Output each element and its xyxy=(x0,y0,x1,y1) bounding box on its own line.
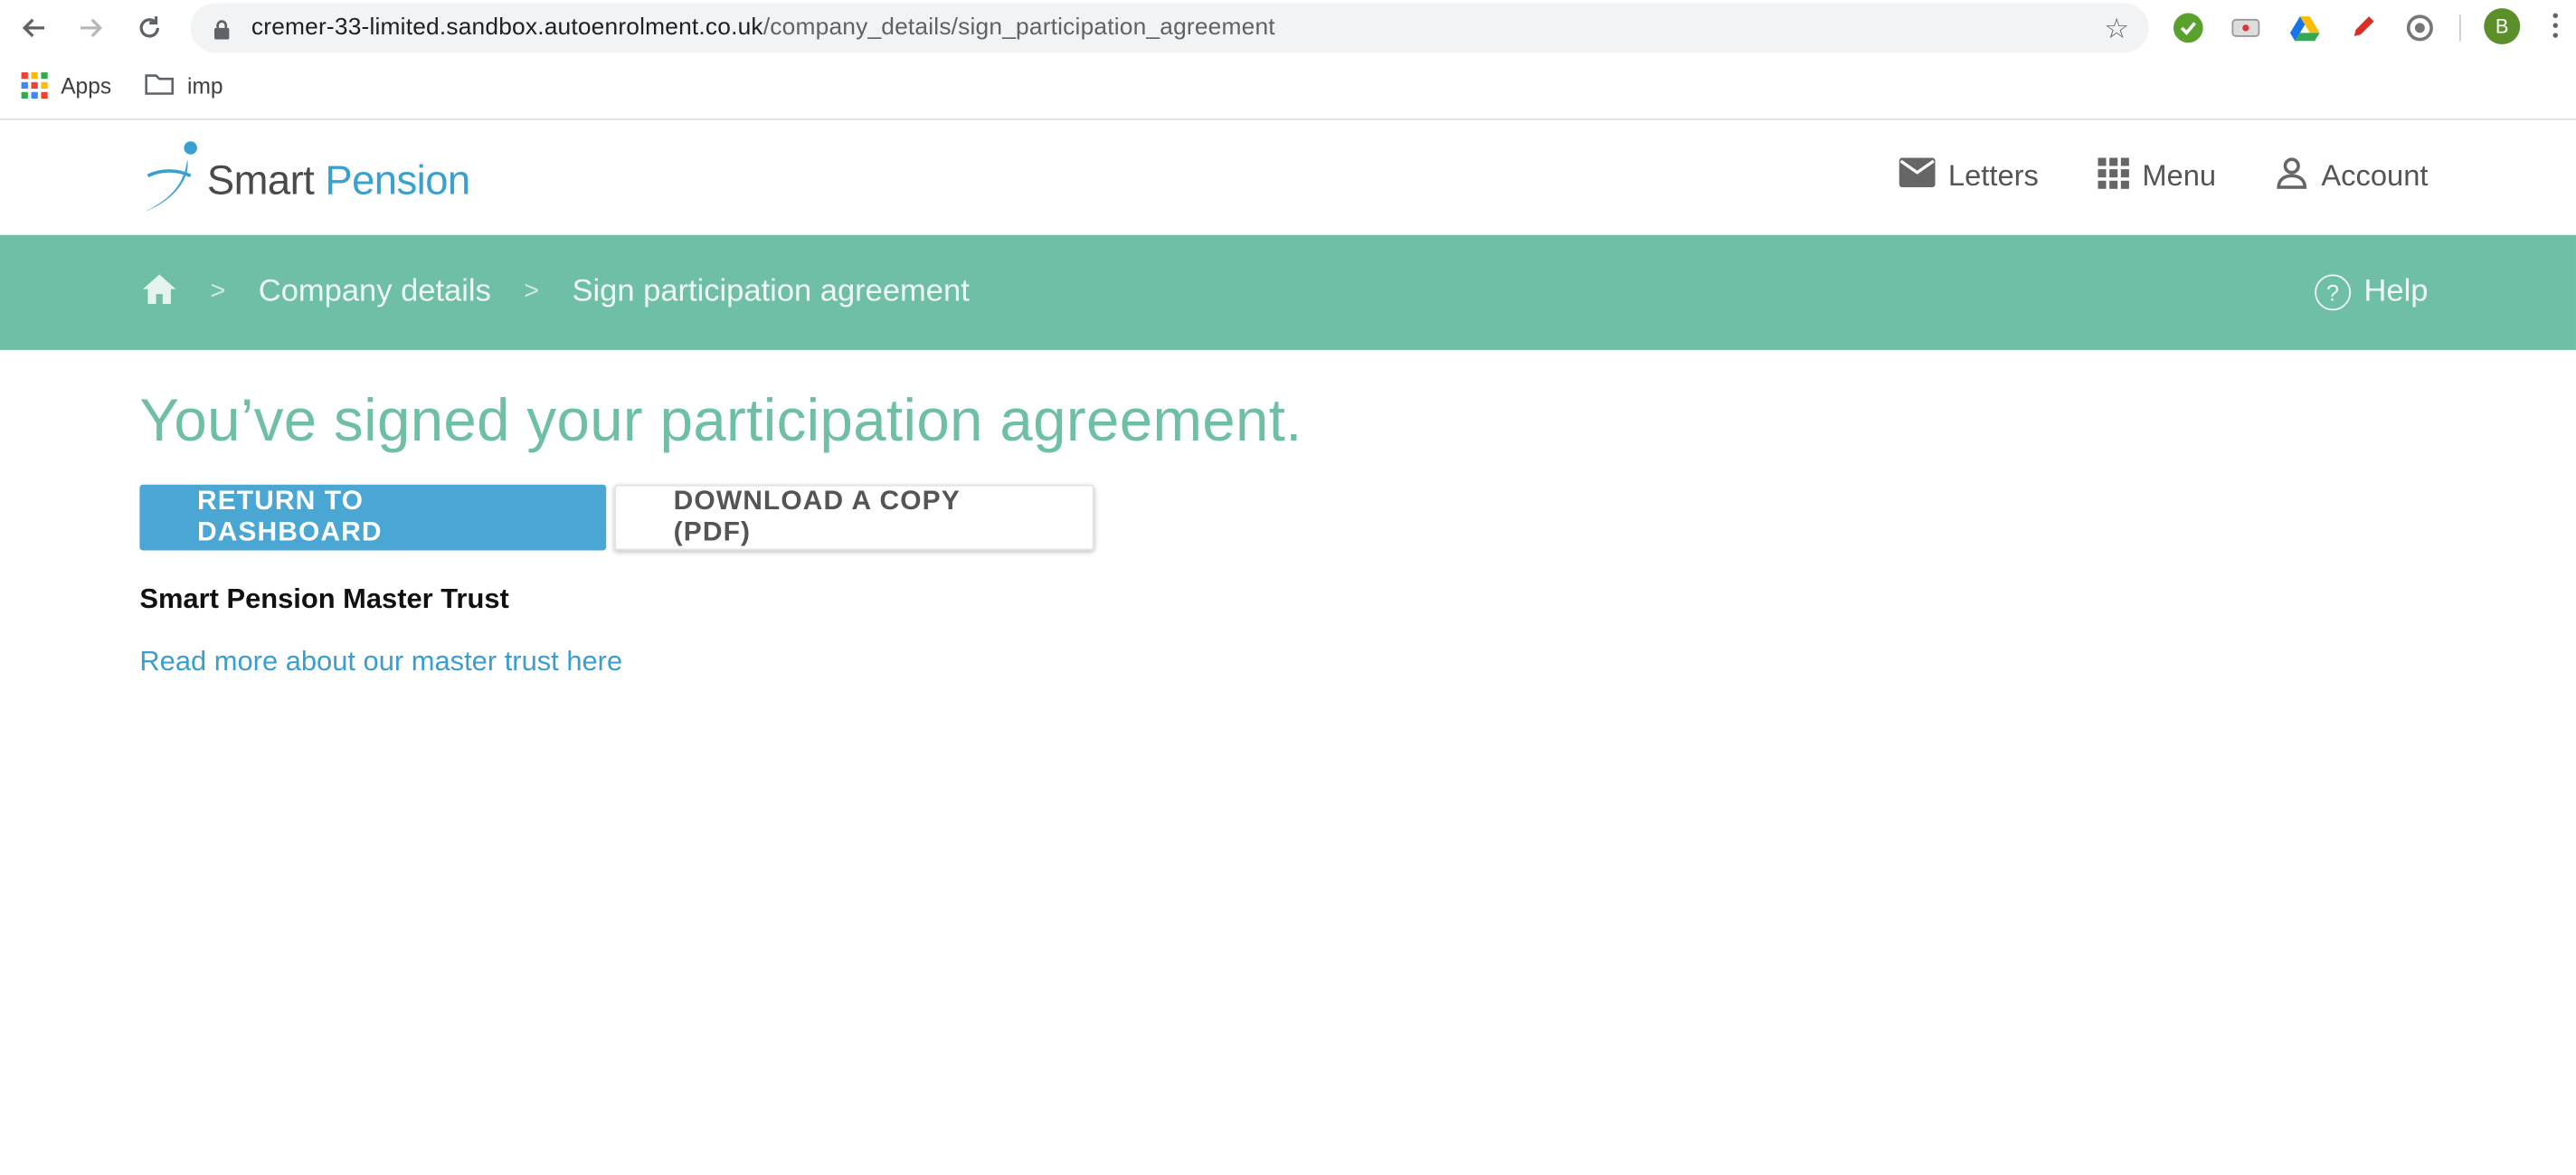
help-icon: ? xyxy=(2315,274,2351,311)
bookmark-star-icon[interactable]: ☆ xyxy=(2104,14,2129,46)
smart-pension-logo[interactable]: Smart Pension xyxy=(141,139,470,223)
breadcrumb-bar: > Company details > Sign participation a… xyxy=(0,234,2576,350)
breadcrumb-sign-participation-agreement: Sign participation agreement xyxy=(572,274,970,309)
apps-grid-icon xyxy=(21,71,48,99)
main-content: You’ve signed your participation agreeme… xyxy=(139,386,2275,678)
browser-toolbar: cremer-33-limited.sandbox.autoenrolment.… xyxy=(0,0,2576,56)
toolbar-divider xyxy=(2459,14,2461,42)
pencil-icon[interactable] xyxy=(2346,12,2379,44)
reload-icon[interactable] xyxy=(131,10,167,46)
google-drive-icon[interactable] xyxy=(2288,12,2321,44)
logo-text: Smart Pension xyxy=(207,157,470,205)
extension-check-icon[interactable] xyxy=(2172,12,2204,44)
bookmarks-bar: Apps imp xyxy=(0,55,2576,120)
grid-menu-icon xyxy=(2098,156,2129,196)
return-to-dashboard-button[interactable]: RETURN TO DASHBOARD xyxy=(139,484,607,551)
bookmark-imp[interactable]: imp xyxy=(145,72,223,100)
bookmark-apps[interactable]: Apps xyxy=(21,71,112,99)
bookmark-imp-label: imp xyxy=(187,73,223,99)
breadcrumb: > Company details > Sign participation a… xyxy=(141,235,970,350)
lock-icon xyxy=(213,18,230,48)
account-label: Account xyxy=(2321,159,2429,193)
person-icon xyxy=(2275,156,2307,197)
home-icon[interactable] xyxy=(141,272,177,313)
breadcrumb-company-details[interactable]: Company details xyxy=(259,274,491,310)
forward-icon[interactable] xyxy=(74,10,110,46)
download-copy-button[interactable]: DOWNLOAD A COPY (PDF) xyxy=(614,484,1094,551)
url-text: cremer-33-limited.sandbox.autoenrolment.… xyxy=(251,14,1275,41)
menu-link[interactable]: Menu xyxy=(2098,156,2216,197)
chevron-right-icon: > xyxy=(210,277,226,306)
letters-link[interactable]: Letters xyxy=(1899,156,2039,197)
logo-figure-icon xyxy=(141,139,204,223)
section-title: Smart Pension Master Trust xyxy=(139,583,509,615)
help-link[interactable]: ? Help xyxy=(2315,235,2428,350)
url-path: /company_details/sign_participation_agre… xyxy=(762,14,1275,42)
account-link[interactable]: Account xyxy=(2275,156,2428,197)
browser-menu-icon[interactable] xyxy=(2552,13,2560,38)
profile-avatar[interactable]: B xyxy=(2484,8,2521,45)
logo-pension: Pension xyxy=(325,157,470,204)
page-title: You’ve signed your participation agreeme… xyxy=(139,385,1302,454)
chevron-right-icon: > xyxy=(524,277,540,306)
master-trust-link[interactable]: Read more about our master trust here xyxy=(139,646,622,678)
back-icon[interactable] xyxy=(14,10,51,46)
url-host: cremer-33-limited.sandbox.autoenrolment.… xyxy=(251,14,763,42)
bookmark-apps-label: Apps xyxy=(61,72,112,99)
site-header: Smart Pension Letters Menu Account xyxy=(0,119,2576,235)
letters-label: Letters xyxy=(1947,159,2039,193)
menu-label: Menu xyxy=(2142,159,2217,193)
action-buttons: RETURN TO DASHBOARD DOWNLOAD A COPY (PDF… xyxy=(139,484,2275,551)
logo-smart: Smart xyxy=(206,157,315,204)
header-nav: Letters Menu Account xyxy=(1899,156,2428,197)
extension-card-icon[interactable] xyxy=(2230,12,2262,44)
extension-gear-icon[interactable] xyxy=(2403,12,2436,44)
address-bar[interactable]: cremer-33-limited.sandbox.autoenrolment.… xyxy=(190,3,2149,53)
folder-icon xyxy=(145,72,175,100)
help-label: Help xyxy=(2363,274,2429,309)
mail-icon xyxy=(1899,157,1936,195)
